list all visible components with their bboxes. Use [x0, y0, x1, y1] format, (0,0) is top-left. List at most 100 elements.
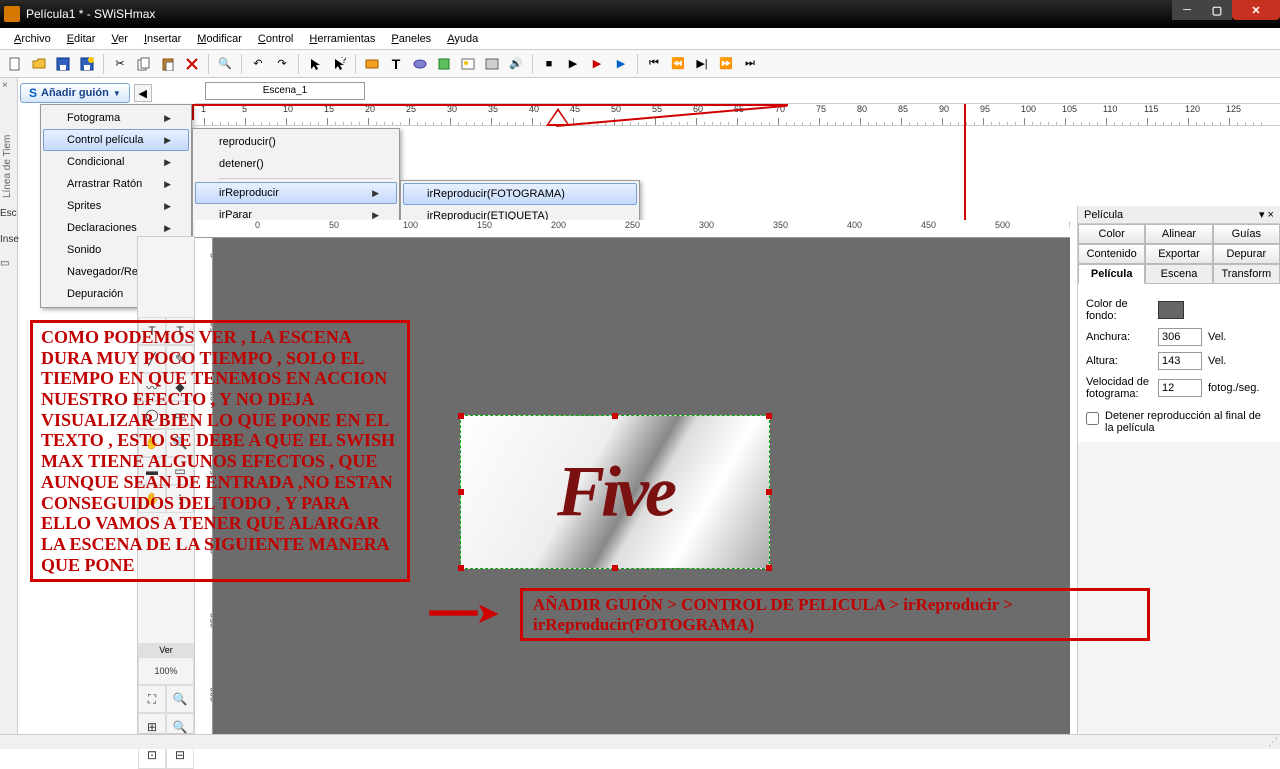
tab-transform[interactable]: Transform: [1213, 264, 1280, 284]
red-marker-line: [192, 104, 194, 120]
selected-object[interactable]: Five: [460, 415, 770, 569]
height-input[interactable]: [1158, 352, 1202, 370]
resize-handle[interactable]: [612, 413, 618, 419]
red-arrow-icon: ━━━➤: [430, 598, 499, 629]
open-button[interactable]: [28, 53, 50, 75]
prev-frame-button[interactable]: ⏪: [667, 53, 689, 75]
stop-end-checkbox[interactable]: [1086, 412, 1099, 425]
menu-item[interactable]: Condicional▶: [43, 151, 189, 173]
maximize-button[interactable]: ▢: [1202, 0, 1232, 20]
find-button[interactable]: 🔍: [214, 53, 236, 75]
menu-insertar[interactable]: Insertar: [136, 31, 189, 47]
insert-image-button[interactable]: [457, 53, 479, 75]
preview-button[interactable]: ▶: [610, 53, 632, 75]
insert-sprite-button[interactable]: [433, 53, 455, 75]
menu-item[interactable]: Control película▶: [43, 129, 189, 151]
next-frame-button[interactable]: ▶|: [691, 53, 713, 75]
resize-handle[interactable]: [458, 565, 464, 571]
bg-color-swatch[interactable]: [1158, 301, 1184, 319]
resize-handle[interactable]: [458, 489, 464, 495]
menu-bar: ArchivoEditarVerInsertarModificarControl…: [0, 28, 1280, 50]
menu-item[interactable]: reproducir(): [195, 131, 397, 153]
resize-handle[interactable]: [766, 565, 772, 571]
object-text: Five: [557, 451, 673, 534]
insert-button-button[interactable]: [409, 53, 431, 75]
zoom-fit[interactable]: ⛶: [138, 685, 166, 713]
new-button[interactable]: [4, 53, 26, 75]
undo-button[interactable]: ↶: [247, 53, 269, 75]
btn-guides[interactable]: Guías: [1213, 224, 1280, 244]
menu-paneles[interactable]: Paneles: [383, 31, 439, 47]
stop-button[interactable]: ■: [538, 53, 560, 75]
menu-herramientas[interactable]: Herramientas: [301, 31, 383, 47]
minimize-button[interactable]: ─: [1172, 0, 1202, 20]
scene-tab[interactable]: Escena_1: [205, 82, 365, 100]
copy-button[interactable]: [133, 53, 155, 75]
insert-content-button[interactable]: [481, 53, 503, 75]
menu-editar[interactable]: Editar: [59, 31, 104, 47]
paste-button[interactable]: [157, 53, 179, 75]
menu-modificar[interactable]: Modificar: [189, 31, 250, 47]
menu-ayuda[interactable]: Ayuda: [439, 31, 486, 47]
tab-scene[interactable]: Escena: [1145, 264, 1212, 284]
panel-controls[interactable]: ▾ ×: [1259, 208, 1274, 221]
annotation-box-1: COMO PODEMOS VER , LA ESCENA DURA MUY PO…: [30, 320, 410, 582]
menu-ver[interactable]: Ver: [103, 31, 136, 47]
menu-archivo[interactable]: Archivo: [6, 31, 59, 47]
play-button[interactable]: ▶: [562, 53, 584, 75]
btn-export[interactable]: Exportar: [1145, 244, 1212, 264]
fps-input[interactable]: [1158, 379, 1202, 397]
height-label: Altura:: [1086, 355, 1152, 367]
vel-label: Vel.: [1208, 331, 1226, 343]
pointer-button[interactable]: [304, 53, 326, 75]
help-pointer-button[interactable]: ?: [328, 53, 350, 75]
first-frame-button[interactable]: ⏮: [643, 53, 665, 75]
menu-item[interactable]: irReproducir(FOTOGRAMA): [403, 183, 637, 205]
btn-content[interactable]: Contenido: [1078, 244, 1145, 264]
menu-control[interactable]: Control: [250, 31, 301, 47]
save-button[interactable]: [52, 53, 74, 75]
resize-handle[interactable]: [612, 565, 618, 571]
menu-item[interactable]: detener(): [195, 153, 397, 175]
save-as-button[interactable]: [76, 53, 98, 75]
last-frame-button[interactable]: ⏭: [739, 53, 761, 75]
insert-sound-button[interactable]: 🔊: [505, 53, 527, 75]
cut-button[interactable]: ✂: [109, 53, 131, 75]
prev-page-button[interactable]: ◀: [134, 84, 152, 102]
btn-color[interactable]: Color: [1078, 224, 1145, 244]
resize-handle[interactable]: [766, 413, 772, 419]
close-button[interactable]: ✕: [1232, 0, 1280, 20]
zoom-level[interactable]: 100%: [138, 657, 194, 685]
tab-esc[interactable]: Esc: [0, 208, 18, 219]
resize-handle[interactable]: [458, 413, 464, 419]
delete-button[interactable]: [181, 53, 203, 75]
tab-movie[interactable]: Película: [1078, 264, 1145, 284]
fps-label: Velocidad de fotograma:: [1086, 376, 1152, 400]
tab-outline-icon[interactable]: ▭: [0, 258, 18, 269]
annotation-box-2: AÑADIR GUIÓN > CONTROL DE PELICULA > irR…: [520, 588, 1150, 641]
menu-item[interactable]: Fotograma▶: [43, 107, 189, 129]
title-bar: Película1 * - SWiSHmax ─ ▢ ✕: [0, 0, 1280, 28]
menu-item[interactable]: Sprites▶: [43, 195, 189, 217]
add-script-label: Añadir guión: [41, 87, 109, 99]
width-input[interactable]: [1158, 328, 1202, 346]
width-label: Anchura:: [1086, 331, 1152, 343]
insert-scene-button[interactable]: [361, 53, 383, 75]
tab-inse[interactable]: Inse: [0, 234, 18, 245]
resize-handle[interactable]: [766, 489, 772, 495]
toolbar: ✂ 🔍 ↶ ↷ ? T 🔊 ■ ▶ ▶ ▶ ⏮ ⏪ ▶| ⏩ ⏭: [0, 50, 1280, 78]
btn-debug[interactable]: Depurar: [1213, 244, 1280, 264]
insert-text-button[interactable]: T: [385, 53, 407, 75]
play-effect-button[interactable]: ▶: [586, 53, 608, 75]
resize-grip-icon[interactable]: ⋰: [1268, 737, 1278, 748]
add-script-button[interactable]: SAñadir guión▼: [20, 83, 130, 103]
btn-align[interactable]: Alinear: [1145, 224, 1212, 244]
step-button[interactable]: ⏩: [715, 53, 737, 75]
close-panel-icon[interactable]: ×: [2, 80, 8, 91]
redo-button[interactable]: ↷: [271, 53, 293, 75]
fps-unit: fotog./seg.: [1208, 382, 1259, 394]
menu-item[interactable]: Arrastrar Ratón▶: [43, 173, 189, 195]
zoom-tool[interactable]: 🔍: [166, 685, 194, 713]
menu-item[interactable]: irReproducir▶: [195, 182, 397, 204]
timeline-ruler[interactable]: 1510152025303540455055606570758085909510…: [195, 104, 1280, 126]
